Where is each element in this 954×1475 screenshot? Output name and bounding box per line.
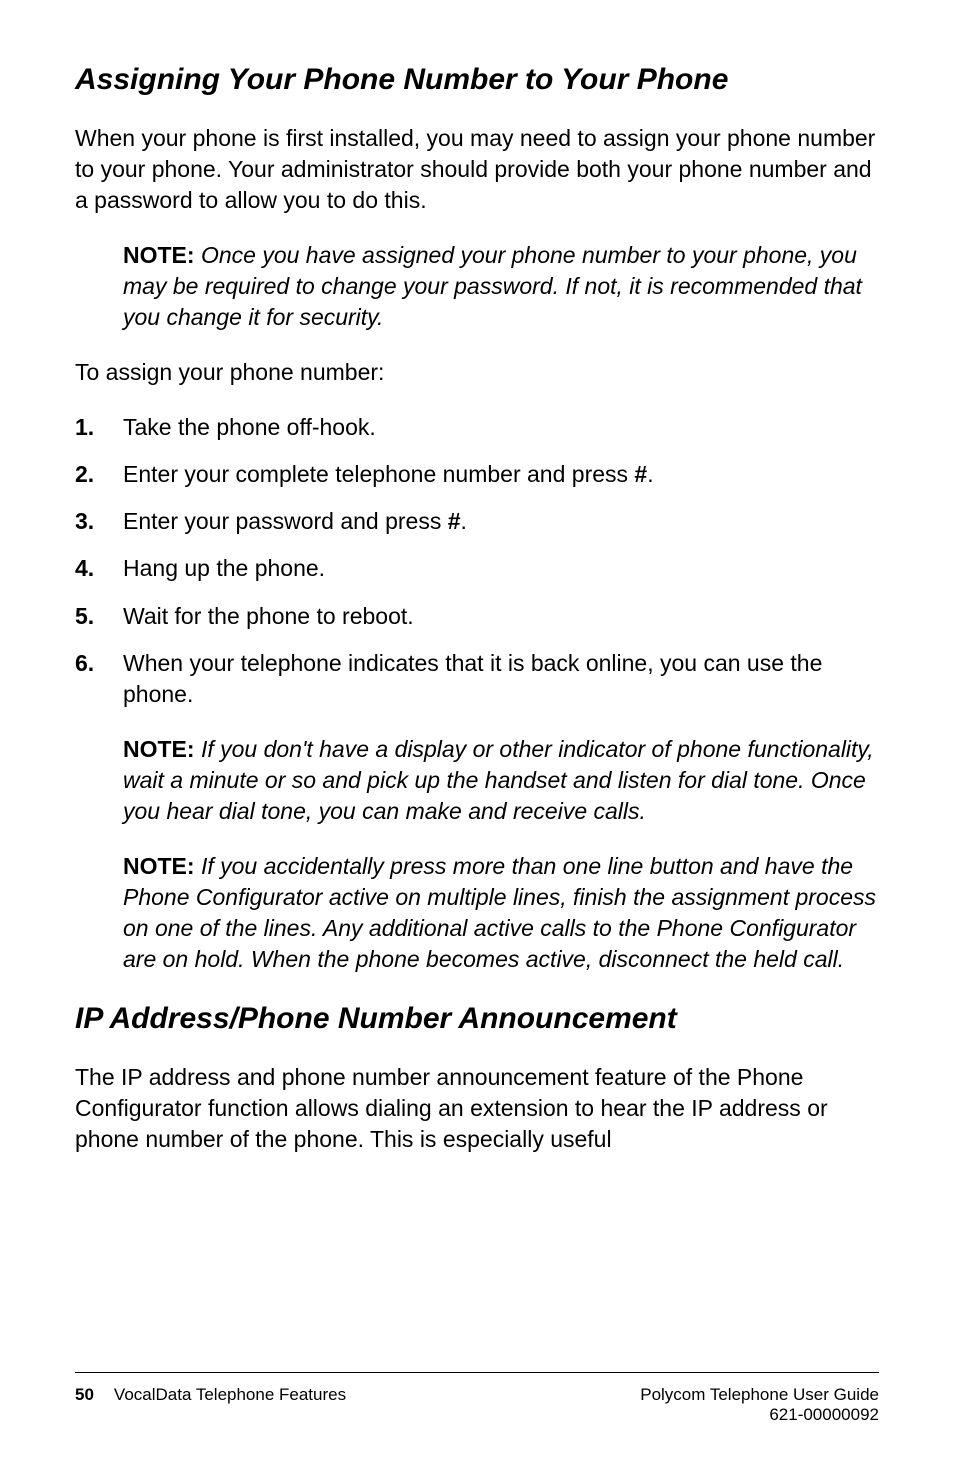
section-heading-assigning: Assigning Your Phone Number to Your Phon…	[75, 60, 879, 99]
list-number: 5.	[75, 601, 123, 632]
note-text: If you don't have a display or other ind…	[123, 736, 874, 824]
list-content: Enter your complete telephone number and…	[123, 459, 879, 490]
note-block-2: NOTE: If you don't have a display or oth…	[123, 734, 879, 827]
footer-right-line2: 621-00000092	[640, 1405, 879, 1425]
step-text-pre: Enter your complete telephone number and…	[123, 461, 634, 487]
list-item: 1. Take the phone off-hook.	[75, 412, 879, 443]
note-block-3: NOTE: If you accidentally press more tha…	[123, 851, 879, 975]
list-item: 5. Wait for the phone to reboot.	[75, 601, 879, 632]
footer-rule	[75, 1372, 879, 1373]
list-number: 6.	[75, 648, 123, 710]
list-content: When your telephone indicates that it is…	[123, 648, 879, 710]
list-content: Take the phone off-hook.	[123, 412, 879, 443]
list-content: Wait for the phone to reboot.	[123, 601, 879, 632]
list-item: 6. When your telephone indicates that it…	[75, 648, 879, 710]
footer-right: Polycom Telephone User Guide 621-0000009…	[640, 1385, 879, 1425]
list-item: 4. Hang up the phone.	[75, 553, 879, 584]
note-label: NOTE:	[123, 853, 195, 879]
note-text: Once you have assigned your phone number…	[123, 242, 862, 330]
list-intro: To assign your phone number:	[75, 357, 879, 388]
step-text-post: .	[647, 461, 653, 487]
list-number: 2.	[75, 459, 123, 490]
steps-list: 1. Take the phone off-hook. 2. Enter you…	[75, 412, 879, 709]
note-label: NOTE:	[123, 242, 195, 268]
note-label: NOTE:	[123, 736, 195, 762]
step-text-pre: Enter your password and press	[123, 508, 448, 534]
page-footer: 50 VocalData Telephone Features Polycom …	[75, 1372, 879, 1425]
footer-right-line1: Polycom Telephone User Guide	[640, 1385, 879, 1405]
step-text-post: .	[461, 508, 467, 534]
note-block-1: NOTE: Once you have assigned your phone …	[123, 240, 879, 333]
list-item: 2. Enter your complete telephone number …	[75, 459, 879, 490]
list-number: 1.	[75, 412, 123, 443]
footer-left-text: VocalData Telephone Features	[114, 1385, 346, 1425]
list-content: Enter your password and press #.	[123, 506, 879, 537]
list-number: 3.	[75, 506, 123, 537]
page-number: 50	[75, 1385, 94, 1425]
body-paragraph-2: The IP address and phone number announce…	[75, 1062, 879, 1155]
hash-key: #	[634, 461, 647, 487]
hash-key: #	[448, 508, 461, 534]
note-text: If you accidentally press more than one …	[123, 853, 876, 972]
intro-paragraph: When your phone is first installed, you …	[75, 123, 879, 216]
section-heading-ip-address: IP Address/Phone Number Announcement	[75, 999, 879, 1038]
list-content: Hang up the phone.	[123, 553, 879, 584]
footer-row: 50 VocalData Telephone Features Polycom …	[75, 1385, 879, 1425]
list-number: 4.	[75, 553, 123, 584]
list-item: 3. Enter your password and press #.	[75, 506, 879, 537]
footer-left: 50 VocalData Telephone Features	[75, 1385, 346, 1425]
